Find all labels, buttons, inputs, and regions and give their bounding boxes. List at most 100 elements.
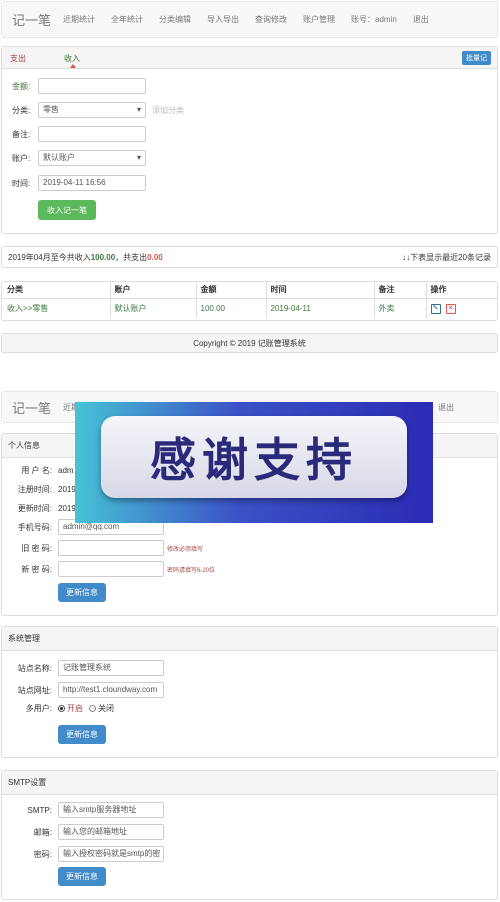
multi-user-label: 多用户: (25, 704, 52, 713)
records-table: 分类 账户 金额 时间 备注 操作 收入>>零售 默认账户 100.00 201… (2, 282, 497, 318)
smtp-password-input[interactable]: 输入授权密码就是smtp的密 (58, 846, 164, 862)
cell-category: 收入>>零售 (2, 298, 111, 318)
smtp-update-button[interactable]: 更新信息 (58, 867, 106, 886)
system-heading: 系统管理 (2, 627, 497, 651)
summary-text: 2019年04月至今共收入100.00，共支出0.00 (8, 252, 163, 263)
nav-account-manage[interactable]: 账户管理 (303, 14, 335, 25)
account-select[interactable]: 默认账户 ▾ (38, 150, 146, 166)
register-time-value: 2019 (58, 485, 76, 494)
tab-income[interactable]: 收入 (64, 53, 80, 64)
note-row: 备注: (12, 126, 146, 142)
site-url-input[interactable]: http://test1.cloundway.com (58, 682, 164, 698)
th-note: 备注 (374, 282, 427, 298)
radio-unchecked-icon (89, 705, 96, 712)
username-row: 用 户 名: adm (8, 465, 74, 476)
cell-time: 2019-04-11 (266, 298, 375, 318)
summary-income: 100.00 (90, 252, 116, 262)
update-time-row: 更新时间: 2019 (8, 503, 76, 514)
category-row: 分类: 零售 ▾ 添加分类 (12, 102, 184, 118)
radio-on-label: 开启 (67, 704, 83, 713)
amount-input[interactable] (38, 78, 146, 94)
nav-username[interactable]: 账号：admin (351, 14, 397, 25)
record-panel: 支出 收入 批量记 金额: 分类: 零售 ▾ 添加分类 备注: 账户: 默认账户… (1, 46, 498, 234)
chevron-down-icon: ▾ (136, 105, 141, 114)
old-password-input[interactable] (58, 540, 164, 556)
income-submit-button[interactable]: 收入记一笔 (38, 200, 96, 220)
time-input[interactable]: 2019-04-11 16:56 (38, 175, 146, 191)
site-name-label: 站点名称: (17, 663, 52, 673)
top-navbar: 记一笔 近期统计 全年统计 分类编辑 导入导出 查询修改 账户管理 账号：adm… (1, 1, 498, 38)
new-password-hint: 密码请填写6-20位 (167, 567, 216, 574)
amount-row: 金额: (12, 78, 146, 94)
radio-off-label: 关闭 (98, 704, 114, 713)
cell-actions: ✎ ✕ (426, 298, 497, 318)
cell-amount: 100.00 (196, 298, 267, 318)
smtp-email-input[interactable]: 输入您的邮箱地址 (58, 824, 164, 840)
smtp-server-label: SMTP: (27, 805, 52, 815)
update-time-label: 更新时间: (17, 504, 52, 513)
thanks-banner: 感谢支持 (75, 402, 433, 523)
batch-record-button[interactable]: 批量记 (462, 51, 491, 65)
update-time-value: 2019 (58, 504, 76, 513)
thanks-banner-text: 感谢支持 (150, 433, 358, 487)
copyright-text: Copyright © 2019 记账管理系统 (193, 338, 306, 348)
summary-prefix: 2019年04月至今共收入 (8, 252, 91, 262)
note-input[interactable] (38, 126, 146, 142)
phone-label: 手机号码: (17, 522, 52, 532)
old-password-row: 旧 密 码: 修改必须填写 (8, 540, 203, 556)
site-name-input[interactable]: 记账管理系统 (58, 660, 164, 676)
th-account: 账户 (110, 282, 197, 298)
smtp-email-label: 邮箱: (33, 827, 52, 837)
nav-query-edit[interactable]: 查询修改 (255, 14, 287, 25)
site-url-row: 站点网址: http://test1.cloundway.com (8, 682, 164, 698)
radio-checked-icon (58, 705, 65, 712)
old-password-hint: 修改必须填写 (167, 546, 204, 553)
th-amount: 金额 (196, 282, 267, 298)
time-row: 时间: 2019-04-11 16:56 (12, 175, 146, 191)
tab-expense[interactable]: 支出 (10, 53, 26, 64)
nav-recent-stats[interactable]: 近期统计 (63, 14, 95, 25)
table-row: 收入>>零售 默认账户 100.00 2019-04-11 外卖 ✎ ✕ (2, 298, 497, 318)
site-name-row: 站点名称: 记账管理系统 (8, 660, 164, 676)
account-row: 账户: 默认账户 ▾ (12, 150, 146, 166)
note-label: 备注: (12, 129, 31, 139)
footer: Copyright © 2019 记账管理系统 (1, 333, 498, 353)
new-password-input[interactable] (58, 561, 164, 577)
smtp-server-input[interactable]: 输入smtp服务器地址 (58, 802, 164, 818)
summary-right-note: ↓↓下表显示最近20条记录 (402, 252, 491, 262)
radio-on[interactable]: 开启 (58, 703, 83, 714)
brand-logo[interactable]: 记一笔 (12, 10, 51, 29)
time-label: 时间: (12, 178, 31, 188)
register-time-label: 注册时间: (17, 485, 52, 494)
th-time: 时间 (266, 282, 375, 298)
category-select[interactable]: 零售 ▾ (38, 102, 146, 118)
personal-update-button[interactable]: 更新信息 (58, 583, 106, 602)
smtp-password-row: 密码: 输入授权密码就是smtp的密 (8, 846, 164, 862)
smtp-panel: SMTP设置 SMTP: 输入smtp服务器地址 邮箱: 输入您的邮箱地址 密码… (1, 770, 498, 900)
table-header-row: 分类 账户 金额 时间 备注 操作 (2, 282, 497, 298)
register-time-row: 注册时间: 2019 (8, 484, 76, 495)
nav-category-edit[interactable]: 分类编辑 (159, 14, 191, 25)
radio-off[interactable]: 关闭 (89, 703, 114, 714)
smtp-server-row: SMTP: 输入smtp服务器地址 (8, 802, 164, 818)
summary-middle: ，共支出 (115, 252, 148, 262)
delete-icon[interactable]: ✕ (445, 303, 456, 314)
system-update-button[interactable]: 更新信息 (58, 725, 106, 744)
th-category: 分类 (2, 282, 111, 298)
nav-year-stats[interactable]: 全年统计 (111, 14, 143, 25)
old-password-label: 旧 密 码: (21, 543, 52, 553)
new-password-row: 新 密 码: 密码请填写6-20位 (8, 561, 215, 577)
brand-logo-2[interactable]: 记一笔 (12, 398, 51, 417)
record-tabs: 支出 收入 批量记 (2, 47, 497, 69)
smtp-email-row: 邮箱: 输入您的邮箱地址 (8, 824, 164, 840)
category-select-value: 零售 (43, 105, 59, 114)
summary-expense: 0.00 (147, 252, 163, 262)
active-tab-caret (70, 64, 76, 68)
add-category-link[interactable]: 添加分类 (152, 105, 184, 116)
username-value: adm (58, 466, 74, 475)
nav-logout-2[interactable]: 退出 (438, 402, 454, 413)
edit-icon[interactable]: ✎ (430, 303, 441, 314)
nav-logout[interactable]: 退出 (413, 14, 429, 25)
nav-import-export[interactable]: 导入导出 (207, 14, 239, 25)
cell-note: 外卖 (374, 298, 427, 318)
